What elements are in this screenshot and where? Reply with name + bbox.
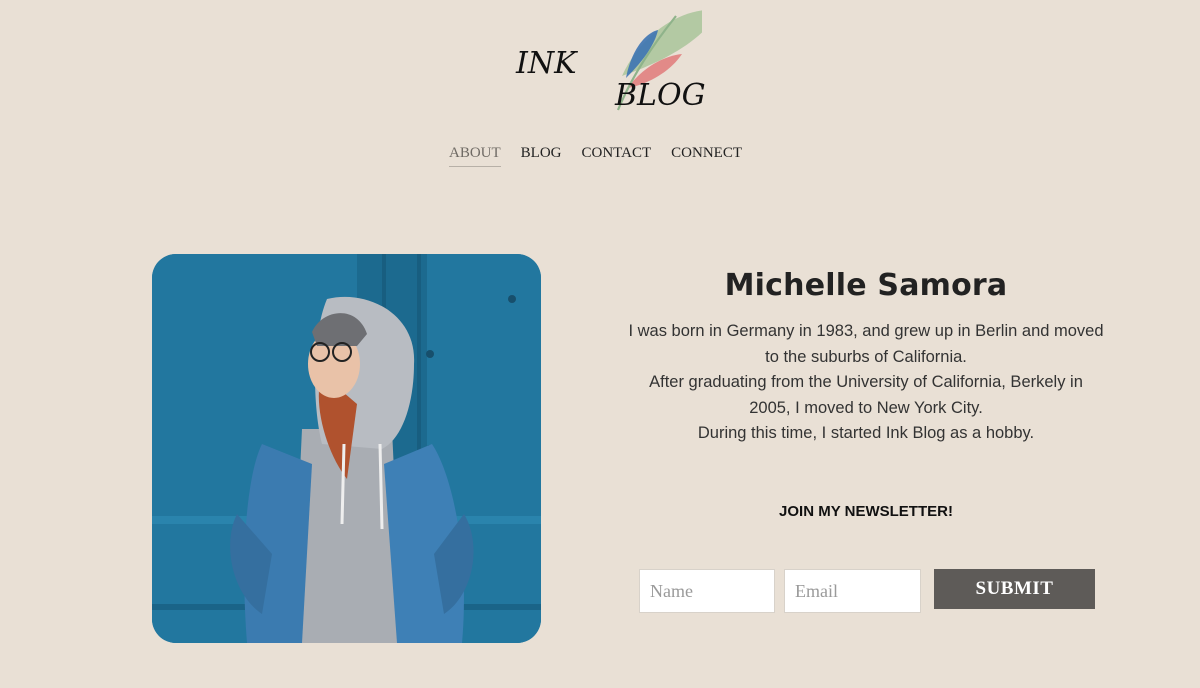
logo-word-ink: INK [516, 46, 577, 81]
profile-photo-illustration [152, 254, 541, 643]
nav-item-about[interactable]: ABOUT [449, 145, 501, 167]
profile-name: Michelle Samora [724, 268, 1008, 303]
logo-word-blog: BLOG [615, 78, 706, 113]
bio-line: I was born in Germany in 1983, and grew … [628, 322, 1104, 340]
nav-item-connect[interactable]: CONNECT [671, 145, 742, 167]
bio-line: to the suburbs of California. [765, 347, 967, 366]
email-field[interactable] [784, 569, 921, 613]
profile-photo [152, 254, 541, 643]
name-field[interactable] [639, 569, 775, 613]
bio-text: I was born in Germany in 1983, and grew … [600, 319, 1132, 447]
main-nav: ABOUT BLOG CONTACT CONNECT [449, 145, 742, 167]
newsletter-title: JOIN MY NEWSLETTER! [779, 503, 953, 520]
bio-section: Michelle Samora I was born in Germany in… [600, 268, 1132, 447]
bio-line: During this time, I started Ink Blog as … [697, 424, 1035, 442]
bio-line: After graduating from the University of … [649, 373, 1083, 391]
nav-item-contact[interactable]: CONTACT [582, 145, 652, 167]
nav-item-blog[interactable]: BLOG [521, 145, 562, 167]
site-logo[interactable]: INK BLOG [512, 6, 706, 116]
bio-line: 2005, I moved to New York City. [749, 398, 983, 417]
submit-button[interactable]: SUBMIT [934, 569, 1095, 609]
